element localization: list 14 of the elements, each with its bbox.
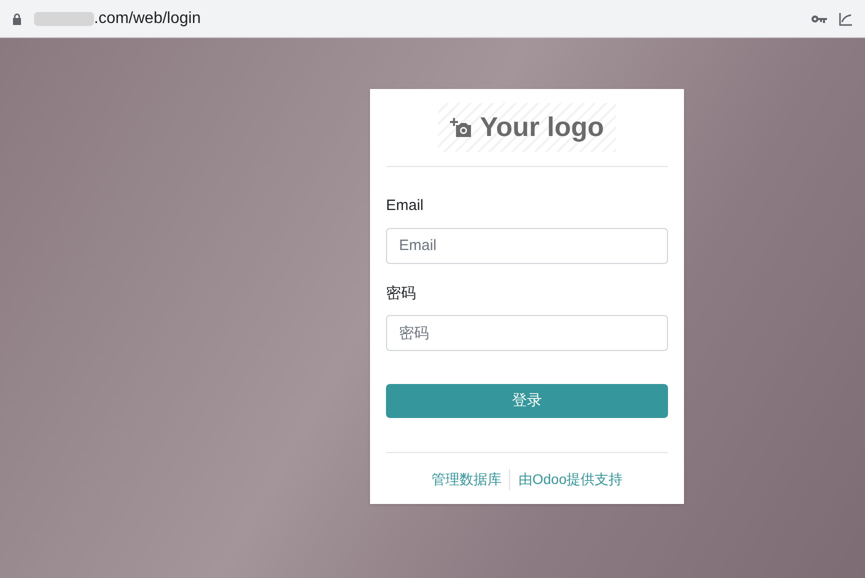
key-icon[interactable] bbox=[811, 14, 827, 24]
footer-link[interactable]: 管理数据库 bbox=[423, 469, 510, 490]
logo-text: Your logo bbox=[480, 111, 604, 144]
blurred-domain bbox=[34, 12, 94, 26]
lock-icon bbox=[12, 12, 22, 24]
login-button[interactable]: 登录 bbox=[386, 384, 668, 418]
chart-icon[interactable] bbox=[839, 12, 853, 26]
email-field[interactable]: Email bbox=[386, 228, 668, 264]
field-label: 密码 bbox=[386, 284, 417, 304]
camera-icon bbox=[450, 118, 472, 138]
password-field[interactable]: 密码 bbox=[386, 315, 668, 352]
field-label: Email bbox=[386, 196, 425, 216]
footer-link[interactable]: 由Odoo提供支持 bbox=[509, 469, 631, 490]
url-text[interactable]: .com/web/login bbox=[94, 6, 201, 30]
